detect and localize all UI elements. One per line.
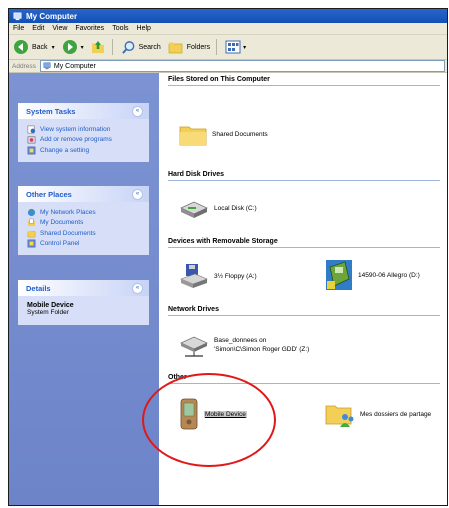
forward-button[interactable]: ▾ [62, 39, 84, 55]
add-remove-programs-icon [27, 136, 36, 144]
link-label: Shared Documents [40, 229, 96, 237]
toolbar-separator [111, 39, 113, 55]
annotation-circle [142, 373, 276, 467]
network-drive-z-item[interactable]: Base_donnees on 'Simon\C\Simon Roger GDD… [179, 333, 309, 357]
back-button[interactable]: Back ▾ [13, 39, 55, 55]
address-label: Address [12, 62, 36, 70]
my-computer-icon [43, 62, 51, 70]
view-system-information-link[interactable]: View system information [27, 124, 143, 135]
hard-disk-icon [180, 201, 208, 218]
my-computer-icon [13, 12, 22, 20]
address-input[interactable]: My Computer [39, 60, 445, 72]
collapse-chevron-icon[interactable]: « [132, 188, 143, 200]
my-documents-link[interactable]: My Documents [27, 218, 143, 229]
group-header-removable-storage: Devices with Removable Storage [168, 238, 440, 248]
system-tasks-title: System Tasks [26, 106, 76, 116]
group-header-network-drives: Network Drives [168, 306, 440, 316]
details-header[interactable]: Details « [18, 280, 149, 296]
floppy-a-item[interactable]: 3½ Floppy (A:) [179, 263, 257, 289]
group-header-hard-disks: Hard Disk Drives [168, 171, 440, 181]
shared-folder-icon [325, 405, 354, 427]
address-bar: Address My Computer [9, 60, 447, 73]
search-button[interactable]: Search [121, 40, 161, 55]
item-label: 3½ Floppy (A:) [214, 272, 257, 280]
control-panel-icon [27, 239, 36, 248]
back-arrow-icon [14, 40, 28, 54]
group-header-files-stored: Files Stored on This Computer [168, 76, 440, 86]
back-label: Back [32, 43, 48, 51]
menu-view[interactable]: View [52, 25, 67, 32]
link-label: My Documents [40, 219, 84, 227]
menu-tools[interactable]: Tools [112, 25, 128, 32]
item-label: Mes dossiers de partage [360, 410, 432, 418]
network-drive-label: Base_donnees on 'Simon\C\Simon Roger GDD… [214, 336, 309, 354]
task-pane: System Tasks « View system information A… [9, 73, 159, 505]
shared-documents-item[interactable]: Shared Documents [179, 121, 268, 147]
window-title: My Computer [26, 11, 78, 21]
floppy-drive-icon [180, 264, 208, 288]
folders-icon [168, 42, 183, 54]
menu-file[interactable]: File [13, 25, 24, 32]
menu-help[interactable]: Help [137, 25, 151, 32]
link-label: View system information [40, 125, 111, 133]
change-a-setting-link[interactable]: Change a setting [27, 145, 143, 156]
folder-icon [27, 230, 36, 238]
views-button[interactable]: ▾ [225, 40, 246, 54]
link-label: My Network Places [40, 208, 96, 216]
system-tasks-header[interactable]: System Tasks « [18, 103, 149, 119]
up-folder-button[interactable] [90, 39, 106, 55]
details-item-type: System Folder [27, 309, 69, 316]
other-places-panel: Other Places « My Network Places My Docu… [18, 186, 149, 255]
search-icon [121, 40, 134, 54]
item-label: Shared Documents [212, 130, 268, 138]
address-value: My Computer [53, 62, 96, 70]
system-info-icon [27, 125, 36, 134]
back-dropdown-icon[interactable]: ▾ [52, 44, 55, 51]
network-drive-label-line1: Base_donnees on [214, 337, 267, 344]
network-places-icon [27, 208, 36, 216]
details-item-name: Mobile Device [27, 302, 74, 309]
allegro-device-icon [326, 260, 352, 290]
up-folder-icon [91, 41, 104, 53]
menu-favorites[interactable]: Favorites [75, 25, 104, 32]
folder-icon [179, 126, 207, 146]
forward-dropdown-icon[interactable]: ▾ [81, 44, 84, 51]
mes-dossiers-de-partage-item[interactable]: Mes dossiers de partage [325, 400, 431, 428]
local-disk-c-item[interactable]: Local Disk (C:) [179, 196, 257, 220]
toolbar: Back ▾ ▾ Search Folders ▾ [9, 35, 447, 60]
collapse-chevron-icon[interactable]: « [132, 282, 143, 294]
other-places-header[interactable]: Other Places « [18, 186, 149, 202]
search-label: Search [138, 43, 161, 51]
item-label: Local Disk (C:) [214, 204, 257, 212]
forward-arrow-icon [62, 40, 77, 54]
system-tasks-panel: System Tasks « View system information A… [18, 103, 149, 162]
title-bar[interactable]: My Computer [9, 9, 447, 23]
link-label: Change a setting [40, 146, 90, 154]
control-panel-icon [27, 146, 36, 155]
views-icon [225, 40, 241, 54]
details-title: Details [26, 283, 51, 293]
item-label: 14590-06 Allegro (D:) [358, 271, 420, 279]
other-places-title: Other Places [26, 189, 72, 199]
network-drive-icon [180, 336, 208, 357]
views-dropdown-icon[interactable]: ▾ [243, 44, 246, 51]
link-label: Add or remove programs [40, 136, 112, 144]
folders-label: Folders [186, 43, 211, 51]
network-drive-label-line2: 'Simon\C\Simon Roger GDD' (Z:) [214, 346, 310, 353]
menu-edit[interactable]: Edit [32, 25, 44, 32]
collapse-chevron-icon[interactable]: « [132, 105, 143, 117]
folders-button[interactable]: Folders [168, 40, 210, 54]
my-documents-icon [27, 218, 36, 227]
menu-bar: File Edit View Favorites Tools Help [9, 23, 447, 35]
add-remove-programs-link[interactable]: Add or remove programs [27, 135, 143, 146]
link-label: Control Panel [40, 240, 80, 248]
shared-documents-link[interactable]: Shared Documents [27, 228, 143, 239]
details-panel: Details « Mobile Device System Folder [18, 280, 149, 325]
my-network-places-link[interactable]: My Network Places [27, 207, 143, 218]
control-panel-link[interactable]: Control Panel [27, 239, 143, 250]
explorer-window: My Computer File Edit View Favorites Too… [8, 8, 448, 506]
allegro-d-item[interactable]: 14590-06 Allegro (D:) [325, 259, 420, 291]
toolbar-separator [216, 39, 218, 55]
